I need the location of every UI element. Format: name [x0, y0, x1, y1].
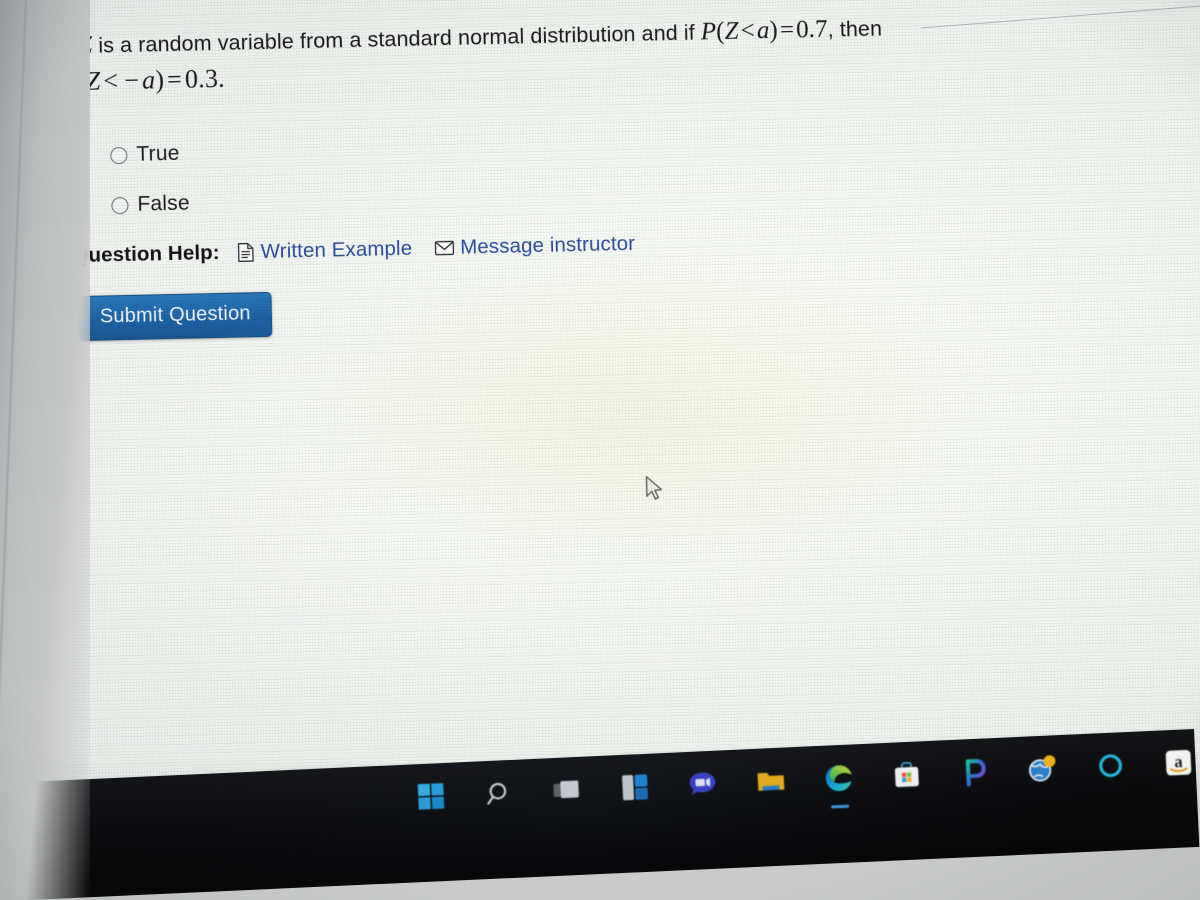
document-icon	[237, 242, 254, 262]
search-button[interactable]	[479, 776, 519, 816]
paint-p-icon	[961, 757, 988, 791]
question-help-row: Question Help: Written Example Message i…	[72, 220, 1194, 268]
start-button[interactable]	[412, 779, 452, 819]
chat-video-icon	[688, 770, 717, 802]
math2-minus: −	[123, 65, 140, 96]
screen-area: If Z is a random variable from a standar…	[0, 0, 1200, 900]
math2-period: .	[217, 63, 226, 93]
monitor-left-edge	[0, 0, 90, 900]
edge-button[interactable]	[819, 760, 859, 809]
math2-a: a	[141, 65, 156, 95]
question-text-post: , then	[827, 16, 883, 42]
math-less-than: <	[740, 17, 756, 45]
radio-button-false[interactable]	[111, 196, 129, 214]
math2-value: 0.3	[184, 63, 219, 94]
task-view-icon	[553, 777, 582, 807]
weather-button[interactable]	[1023, 751, 1063, 791]
written-example-label: Written Example	[260, 236, 413, 264]
math-value-first: 0.7	[795, 15, 828, 44]
windows-logo-icon	[417, 782, 445, 815]
paint-button[interactable]	[955, 754, 995, 794]
message-instructor-label: Message instructor	[459, 231, 636, 259]
choice-true[interactable]: True	[110, 120, 1192, 168]
message-instructor-link[interactable]: Message instructor	[434, 232, 635, 260]
envelope-icon	[434, 240, 454, 256]
cortana-ring-icon	[1097, 752, 1124, 784]
submit-area: Submit Question	[78, 272, 1196, 342]
search-icon	[486, 779, 513, 811]
math-equals: =	[779, 16, 795, 44]
choice-false[interactable]: False	[111, 170, 1193, 218]
taskbar-items: a	[412, 745, 1199, 819]
folder-icon	[756, 768, 785, 798]
amazon-a-icon: a	[1165, 749, 1192, 781]
svg-text:a: a	[1174, 752, 1183, 771]
math2-equals: =	[166, 64, 183, 95]
math-a: a	[756, 16, 770, 45]
written-example-link[interactable]: Written Example	[237, 237, 412, 265]
widgets-icon	[621, 773, 649, 805]
chat-button[interactable]	[683, 766, 723, 806]
widgets-button[interactable]	[615, 770, 655, 810]
submit-question-button[interactable]: Submit Question	[78, 291, 273, 342]
file-explorer-button[interactable]	[751, 763, 791, 803]
quiz-content: If Z is a random variable from a standar…	[60, 5, 1197, 342]
task-view-button[interactable]	[547, 773, 587, 813]
math-expression-first: P(Z<a)=0.7	[701, 16, 828, 46]
monitor-photo: If Z is a random variable from a standar…	[0, 0, 1200, 900]
monitor-edge-line	[0, 0, 28, 900]
mouse-cursor-arrow-pointer	[644, 475, 667, 503]
amazon-button[interactable]: a	[1159, 745, 1199, 785]
choice-label-false: False	[137, 191, 191, 216]
math-z2: Z	[724, 17, 739, 45]
store-bag-icon	[893, 761, 920, 793]
math2-less-than: <	[103, 66, 119, 96]
answer-choices: True False	[110, 120, 1193, 218]
question-text-mid: is a random variable from a standard nor…	[91, 20, 702, 58]
edge-active-indicator	[831, 804, 850, 809]
radio-button-true[interactable]	[110, 146, 128, 164]
question-help-label: Question Help:	[72, 240, 220, 268]
microsoft-store-button[interactable]	[887, 757, 927, 797]
cortana-button[interactable]	[1091, 748, 1131, 788]
weather-globe-icon	[1027, 754, 1058, 788]
edge-icon	[824, 763, 853, 797]
math-p: P	[700, 18, 717, 46]
choice-label-true: True	[136, 141, 180, 166]
